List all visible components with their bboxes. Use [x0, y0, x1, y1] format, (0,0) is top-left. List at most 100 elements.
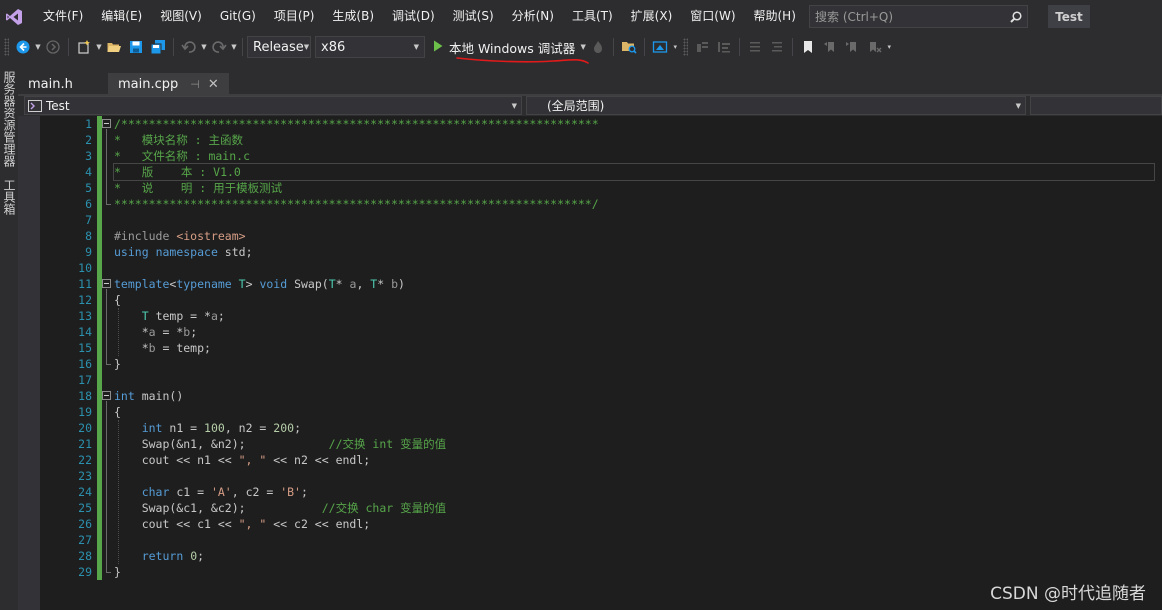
collapse-region-icon[interactable]: [102, 119, 111, 128]
code-token: /***************************************…: [114, 117, 599, 131]
menu-item-7[interactable]: 测试(S): [444, 0, 503, 33]
project-scope-dropdown[interactable]: Test ▼: [24, 96, 522, 115]
toolbar-grip[interactable]: [683, 38, 689, 56]
type-scope-dropdown[interactable]: (全局范围) ▼: [526, 96, 1026, 115]
code-token: //交换 int 变量的值: [328, 437, 447, 451]
navigate-back-icon[interactable]: [12, 36, 34, 58]
configuration-value: Release: [253, 39, 304, 55]
toolbar-overflow-icon[interactable]: ▾: [671, 36, 679, 58]
tab-main-cpp[interactable]: main.cpp ⊣ ✕: [108, 73, 229, 95]
code-line[interactable]: char c1 = 'A', c2 = 'B';: [114, 484, 1154, 500]
close-icon[interactable]: ✕: [208, 77, 219, 92]
indicator-margin[interactable]: [18, 116, 40, 610]
code-line[interactable]: #include <iostream>: [114, 228, 1154, 244]
menu-item-4[interactable]: 项目(P): [265, 0, 324, 33]
find-in-files-icon[interactable]: [618, 36, 640, 58]
server-explorer-tab[interactable]: 服务器资源管理器: [1, 71, 17, 167]
code-text-area[interactable]: /***************************************…: [113, 116, 1155, 580]
search-box[interactable]: 搜索 (Ctrl+Q): [809, 5, 1028, 28]
browser-link-icon[interactable]: [649, 36, 671, 58]
save-icon[interactable]: [125, 36, 147, 58]
toolbar-grip[interactable]: [4, 38, 9, 56]
open-file-icon[interactable]: [103, 36, 125, 58]
toggle-breakpoint-icon[interactable]: [691, 36, 713, 58]
undo-dropdown-icon[interactable]: ▼: [200, 36, 208, 58]
pin-icon[interactable]: ⊣: [190, 78, 200, 91]
code-line[interactable]: T temp = *a;: [114, 308, 1154, 324]
code-line[interactable]: {: [114, 292, 1154, 308]
code-token: std;: [217, 245, 253, 259]
menu-item-9[interactable]: 工具(T): [563, 0, 622, 33]
code-line[interactable]: /***************************************…: [114, 116, 1154, 132]
code-line[interactable]: * 版 本 : V1.0: [113, 163, 1155, 181]
visual-studio-logo-icon[interactable]: [3, 6, 25, 28]
code-line[interactable]: [114, 532, 1154, 548]
code-line[interactable]: using namespace std;: [114, 244, 1154, 260]
code-token: * 模块名称 : 主函数: [114, 133, 243, 147]
collapse-region-icon[interactable]: [102, 391, 111, 400]
search-icon[interactable]: [1005, 10, 1027, 23]
code-line[interactable]: cout << n1 << ", " << n2 << endl;: [114, 452, 1154, 468]
code-token: 'A': [210, 485, 232, 499]
save-all-icon[interactable]: [147, 36, 169, 58]
next-bookmark-icon[interactable]: [841, 36, 863, 58]
menu-item-11[interactable]: 窗口(W): [681, 0, 744, 33]
code-line[interactable]: }: [114, 356, 1154, 372]
code-token: << c2 << endl;: [266, 517, 371, 531]
code-editor[interactable]: 1 2 3 4 5 6 7 8 9 10 11 12 13 14 15 16 17 18 19 20 21 22 23 24 2…: [18, 116, 1162, 610]
navigate-forward-icon[interactable]: [42, 36, 64, 58]
undo-icon[interactable]: [178, 36, 200, 58]
code-line[interactable]: [114, 260, 1154, 276]
line-number: 27: [78, 533, 92, 547]
code-token: >: [245, 277, 260, 291]
code-line[interactable]: cout << c1 << ", " << c2 << endl;: [114, 516, 1154, 532]
code-line[interactable]: [114, 372, 1154, 388]
menu-item-10[interactable]: 扩展(X): [622, 0, 682, 33]
code-line[interactable]: ****************************************…: [114, 196, 1154, 212]
menu-item-8[interactable]: 分析(N): [503, 0, 563, 33]
comment-lines-icon[interactable]: [744, 36, 766, 58]
configuration-dropdown[interactable]: Release ▼: [247, 36, 311, 58]
code-line[interactable]: Swap(&n1, &n2); //交换 int 变量的值: [114, 436, 1154, 452]
code-line[interactable]: *a = *b;: [114, 324, 1154, 340]
code-token: c1 =: [169, 485, 211, 499]
line-number: 25: [78, 501, 92, 515]
code-line[interactable]: * 模块名称 : 主函数: [114, 132, 1154, 148]
code-line[interactable]: int n1 = 100, n2 = 200;: [114, 420, 1154, 436]
menu-item-12[interactable]: 帮助(H): [745, 0, 805, 33]
menu-item-3[interactable]: Git(G): [211, 0, 265, 33]
code-line[interactable]: * 文件名称 : main.c: [114, 148, 1154, 164]
platform-dropdown[interactable]: x86 ▼: [315, 36, 425, 58]
new-project-dropdown-icon[interactable]: ▼: [95, 36, 103, 58]
search-input[interactable]: 搜索 (Ctrl+Q): [810, 8, 1005, 25]
menu-item-5[interactable]: 生成(B): [323, 0, 383, 33]
align-left-icon[interactable]: [713, 36, 735, 58]
code-line[interactable]: [114, 468, 1154, 484]
code-line[interactable]: }: [114, 564, 1154, 580]
code-line[interactable]: *b = temp;: [114, 340, 1154, 356]
menu-item-2[interactable]: 视图(V): [151, 0, 211, 33]
clear-bookmarks-icon[interactable]: [863, 36, 885, 58]
code-line[interactable]: {: [114, 404, 1154, 420]
tab-main-h[interactable]: main.h: [18, 73, 108, 95]
menu-item-1[interactable]: 编辑(E): [92, 0, 151, 33]
collapse-region-icon[interactable]: [102, 279, 111, 288]
navigate-back-dropdown-icon[interactable]: ▼: [34, 36, 42, 58]
toolbox-tab[interactable]: 工具箱: [1, 179, 17, 215]
member-scope-dropdown[interactable]: [1030, 96, 1162, 115]
redo-dropdown-icon[interactable]: ▼: [230, 36, 238, 58]
code-line[interactable]: [114, 212, 1154, 228]
code-line[interactable]: int main(): [114, 388, 1154, 404]
menu-item-6[interactable]: 调试(D): [383, 0, 444, 33]
code-line[interactable]: Swap(&c1, &c2); //交换 char 变量的值: [114, 500, 1154, 516]
uncomment-lines-icon[interactable]: [766, 36, 788, 58]
redo-icon[interactable]: [208, 36, 230, 58]
code-line[interactable]: template<typename T> void Swap(T* a, T* …: [114, 276, 1154, 292]
menu-item-0[interactable]: 文件(F): [34, 0, 92, 33]
previous-bookmark-icon[interactable]: [819, 36, 841, 58]
toolbar-overflow-icon[interactable]: ▾: [885, 36, 893, 58]
new-project-icon[interactable]: [73, 36, 95, 58]
code-line[interactable]: return 0;: [114, 548, 1154, 564]
code-line[interactable]: * 说 明 : 用于模板测试: [114, 180, 1154, 196]
bookmark-icon[interactable]: [797, 36, 819, 58]
